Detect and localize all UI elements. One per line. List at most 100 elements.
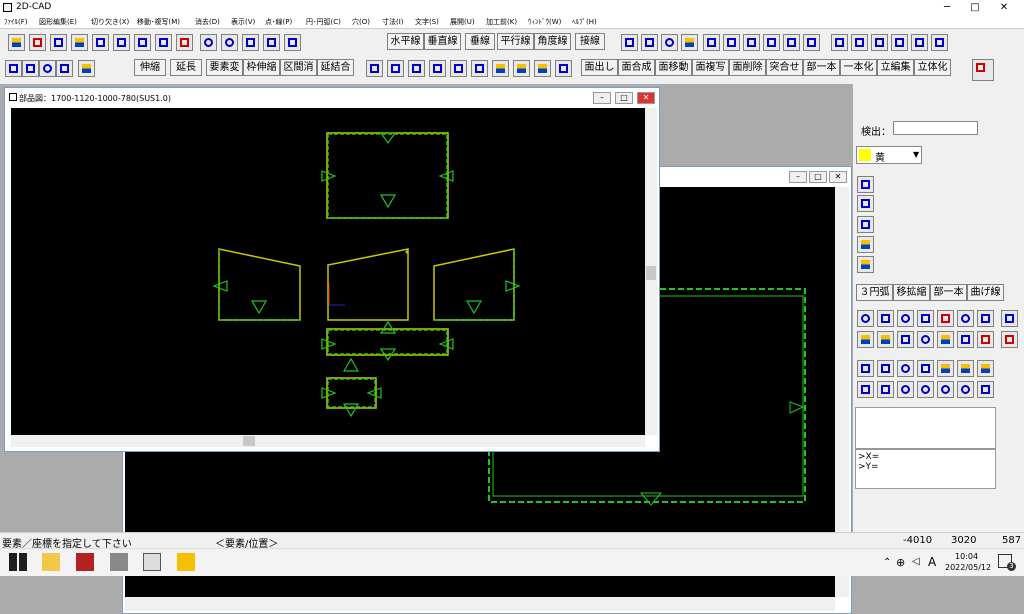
change-element-button[interactable]: 要素変 [206, 59, 243, 76]
panel-rect2-icon[interactable] [857, 360, 874, 377]
panel-sheet-icon[interactable] [1001, 310, 1018, 327]
panel-rect-icon[interactable] [857, 176, 874, 193]
face-merge-button[interactable]: 面合成 [618, 59, 655, 76]
panel-corner-icon[interactable] [977, 360, 994, 377]
open-file-icon[interactable] [50, 34, 67, 51]
redo-icon[interactable] [221, 34, 238, 51]
bend-a-icon[interactable] [831, 34, 848, 51]
section-delete-button[interactable]: 区間消 [280, 59, 317, 76]
perpendicular-button[interactable]: 垂線 [465, 33, 495, 50]
panel-grid-a-icon[interactable] [857, 331, 874, 348]
new-file-icon[interactable] [29, 34, 46, 51]
front-vscrollbar[interactable] [645, 108, 657, 435]
save-icon[interactable] [134, 34, 151, 51]
panel-circle2-icon[interactable] [897, 360, 914, 377]
panel-arc-a-icon[interactable] [897, 381, 914, 398]
undo-icon[interactable] [200, 34, 217, 51]
panel-half-icon[interactable] [917, 331, 934, 348]
menu-window[interactable]: ｳｨﾝﾄﾞｳ(W) [528, 17, 561, 27]
tab-move-scale[interactable]: 移拡縮 [893, 284, 930, 301]
front-vscroll-thumb[interactable] [646, 266, 656, 280]
panel-icon[interactable] [56, 60, 73, 77]
bend-d-icon[interactable] [891, 34, 908, 51]
box-e-icon[interactable] [783, 34, 800, 51]
back-close-button[interactable]: ✕ [829, 171, 847, 183]
speaker-icon[interactable]: ◁ [912, 556, 920, 567]
menu-help[interactable]: ﾍﾙﾌﾟ(H) [572, 17, 597, 27]
panel-arc-c-icon[interactable] [937, 381, 954, 398]
2d-cad-taskbar-icon[interactable] [143, 553, 161, 571]
panel-slot-icon[interactable] [957, 310, 974, 327]
windows-start-icon[interactable] [9, 553, 27, 571]
tab-bend-line[interactable]: 曲げ線 [967, 284, 1004, 301]
rect-small-center-icon[interactable] [22, 60, 39, 77]
tab-part-single[interactable]: 部一本 [930, 284, 967, 301]
app-c-icon[interactable] [177, 553, 195, 571]
view-c-icon[interactable] [408, 60, 425, 77]
panel-arc-d-icon[interactable] [957, 381, 974, 398]
ime-indicator[interactable]: A [928, 555, 936, 569]
menu-hole[interactable]: 穴(O) [352, 17, 370, 27]
butt-button[interactable]: 突合せ [766, 59, 803, 76]
front-restore-button[interactable]: □ [615, 92, 633, 104]
pointer-icon[interactable] [555, 60, 572, 77]
face-out-button[interactable]: 面出し [581, 59, 618, 76]
front-minimize-button[interactable]: – [593, 92, 611, 104]
panel-arc-b-icon[interactable] [917, 381, 934, 398]
panel-layer-icon[interactable] [857, 236, 874, 253]
view-a-icon[interactable] [366, 60, 383, 77]
front-hscrollbar[interactable] [11, 435, 645, 447]
panel-mark-icon[interactable] [977, 331, 994, 348]
rect-small-icon[interactable] [5, 60, 22, 77]
app-b-icon[interactable] [110, 553, 128, 571]
box-b-icon[interactable] [723, 34, 740, 51]
coord-input-box[interactable]: >X= >Y= [855, 449, 996, 489]
cross-point-icon[interactable] [263, 34, 280, 51]
layer-b-icon[interactable] [513, 60, 530, 77]
panel-table-icon[interactable] [977, 310, 994, 327]
box-c-icon[interactable] [743, 34, 760, 51]
part-single-button[interactable]: 部一本 [803, 59, 840, 76]
bend-c-icon[interactable] [871, 34, 888, 51]
extend-join-button[interactable]: 延結合 [317, 59, 354, 76]
face-move-button[interactable]: 面移動 [655, 59, 692, 76]
horizontal-line-button[interactable]: 水平線 [387, 33, 424, 50]
face-copy-button[interactable]: 面複写 [692, 59, 729, 76]
bend-e-icon[interactable] [911, 34, 928, 51]
circle-icon[interactable] [661, 34, 678, 51]
search-input[interactable] [893, 121, 978, 135]
menu-notch[interactable]: 切り欠き(X) [91, 17, 129, 27]
angle-line-button[interactable]: 角度線 [534, 33, 571, 50]
view-f-icon[interactable] [471, 60, 488, 77]
select-icon[interactable] [8, 34, 25, 51]
save-as-icon[interactable] [155, 34, 172, 51]
view-d-icon[interactable] [429, 60, 446, 77]
back-minimize-button[interactable]: – [789, 171, 807, 183]
print-icon[interactable] [113, 34, 130, 51]
network-icon[interactable]: ⊕ [896, 556, 905, 569]
menu-text[interactable]: 文字(S) [415, 17, 439, 27]
panel-grid-c-icon[interactable] [897, 331, 914, 348]
panel-stack-icon[interactable] [937, 331, 954, 348]
point-icon[interactable] [242, 34, 259, 51]
file-explorer-icon[interactable] [42, 553, 60, 571]
vertical-line-button[interactable]: 垂直線 [424, 33, 461, 50]
color-select[interactable]: 黄 ▼ [856, 146, 922, 164]
tab-3-arc[interactable]: ３円弧 [856, 284, 893, 301]
close-button[interactable]: ✕ [990, 0, 1018, 15]
front-canvas[interactable] [11, 108, 645, 435]
clock-date[interactable]: 2022/05/12 [945, 563, 991, 572]
front-hscroll-thumb[interactable] [243, 436, 255, 446]
stretch-button[interactable]: 伸縮 [134, 59, 166, 76]
menu-edit[interactable]: 図形編集(E) [39, 17, 77, 27]
view-b-icon[interactable] [387, 60, 404, 77]
face-delete-button[interactable]: 面削除 [729, 59, 766, 76]
unify-button[interactable]: 一本化 [840, 59, 877, 76]
bend-b-icon[interactable] [851, 34, 868, 51]
menu-delete[interactable]: 消去(D) [195, 17, 220, 27]
check-icon[interactable] [284, 34, 301, 51]
menu-view[interactable]: 表示(V) [231, 17, 255, 27]
clock-time[interactable]: 10:04 [955, 552, 978, 561]
frame-stretch-button[interactable]: 枠伸縮 [243, 59, 280, 76]
cam-icon[interactable] [972, 59, 994, 81]
